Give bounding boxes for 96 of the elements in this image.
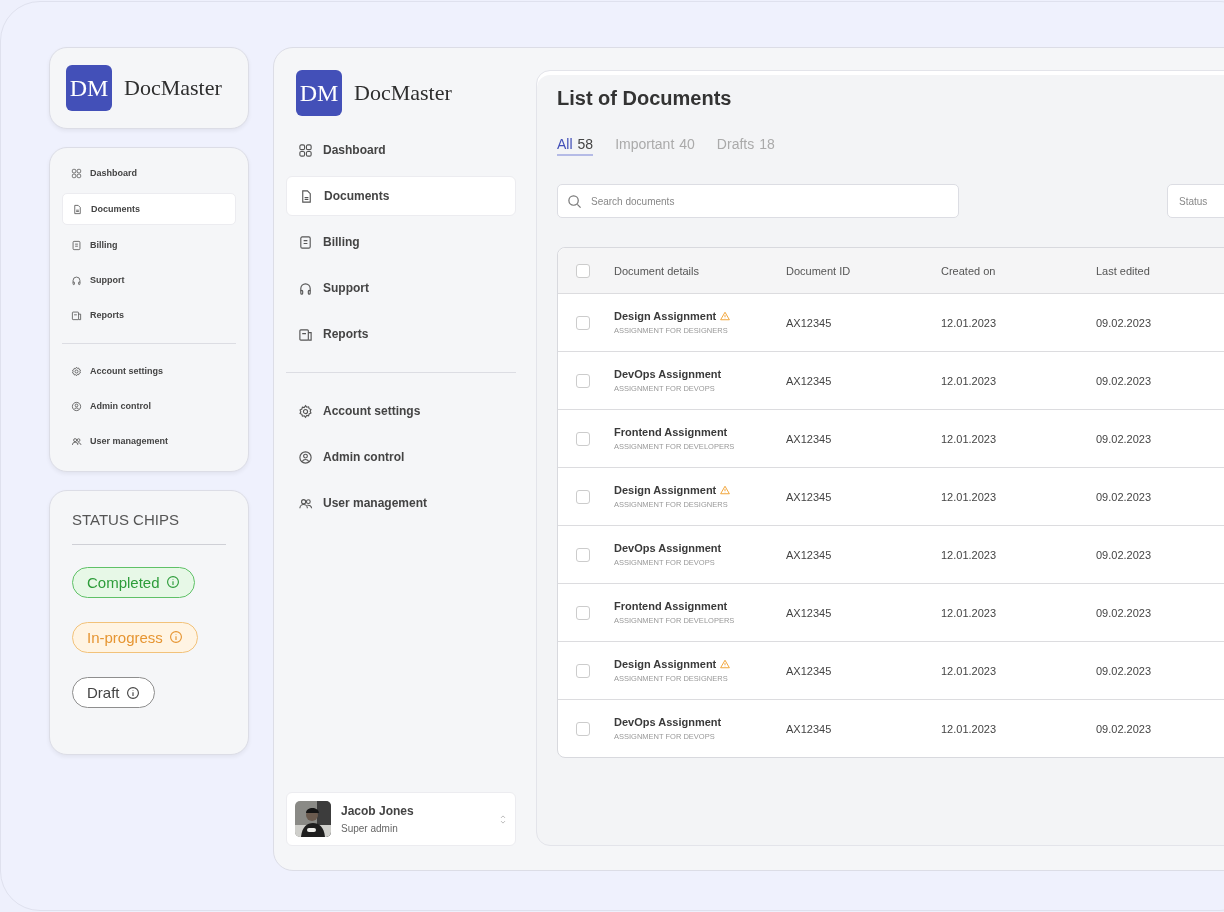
report-icon xyxy=(298,326,313,342)
document-title: DevOps Assignment xyxy=(614,716,722,728)
nav-item[interactable]: Support xyxy=(286,268,516,308)
checkbox[interactable] xyxy=(576,431,590,446)
logo-name: DocMaster xyxy=(354,80,452,106)
nav-item[interactable]: Account settings xyxy=(286,391,516,431)
report-icon xyxy=(71,309,82,321)
tab[interactable]: All 58 xyxy=(557,136,594,156)
receipt-icon xyxy=(71,239,82,251)
document-title: Frontend Assignment xyxy=(614,426,728,438)
table-cell-text: 12.01.2023 xyxy=(941,664,998,677)
user-switcher[interactable]: Jacob Jones Super admin xyxy=(286,792,516,846)
checkbox[interactable] xyxy=(576,373,590,388)
document-title: Design Assignment xyxy=(614,658,717,670)
nav-item[interactable]: Documents xyxy=(286,176,516,216)
nav-item[interactable]: Admin control xyxy=(62,391,236,421)
logo-mark: DM xyxy=(296,70,342,116)
info-icon xyxy=(165,575,180,590)
nav-item[interactable]: Account settings xyxy=(62,356,236,386)
user-name: Jacob Jones xyxy=(341,804,415,818)
user-icon xyxy=(298,449,313,465)
checkbox[interactable] xyxy=(576,489,590,504)
column-header: Last edited xyxy=(1096,264,1151,277)
table-cell-text: 09.02.2023 xyxy=(1096,432,1153,445)
grid-icon xyxy=(298,142,313,158)
table-cell-text: 12.01.2023 xyxy=(941,432,998,445)
grid-icon xyxy=(71,167,82,179)
headphones-icon xyxy=(298,280,313,296)
users-icon xyxy=(71,435,82,447)
nav-item[interactable]: Billing xyxy=(62,230,236,260)
checkbox[interactable] xyxy=(576,547,590,562)
table-cell-text: AX12345 xyxy=(786,722,833,735)
column-header: Created on xyxy=(941,264,997,277)
table-cell-text: AX12345 xyxy=(786,548,833,561)
table-cell-text: 09.02.2023 xyxy=(1096,664,1153,677)
nav-item[interactable]: Billing xyxy=(286,222,516,262)
user-icon xyxy=(71,400,82,412)
receipt-icon xyxy=(298,234,313,250)
nav-item[interactable]: Admin control xyxy=(286,437,516,477)
nav-item[interactable]: User management xyxy=(62,426,236,456)
nav-item[interactable]: Dashboard xyxy=(286,130,516,170)
table-cell-text: AX12345 xyxy=(786,316,833,329)
nav-item[interactable]: Documents xyxy=(62,193,236,225)
info-icon xyxy=(168,630,183,645)
nav-item[interactable]: Reports xyxy=(286,314,516,354)
nav-item[interactable]: Support xyxy=(62,265,236,295)
table-cell-text: AX12345 xyxy=(786,490,833,503)
table-cell-text: 09.02.2023 xyxy=(1096,548,1153,561)
status-chip: Completed xyxy=(72,566,195,598)
checkbox[interactable] xyxy=(576,263,590,278)
page-title: List of Documents xyxy=(557,87,733,110)
table-cell-text: 12.01.2023 xyxy=(941,490,998,503)
table-cell-text: 09.02.2023 xyxy=(1096,722,1153,735)
status-dropdown[interactable]: Status xyxy=(1167,184,1224,218)
nav-item[interactable]: User management xyxy=(286,483,516,523)
table-cell-text: 09.02.2023 xyxy=(1096,374,1153,387)
table-cell-text: 09.02.2023 xyxy=(1096,606,1153,619)
table-cell-text: 09.02.2023 xyxy=(1096,316,1153,329)
status-chip: In-progress xyxy=(72,622,198,653)
document-icon xyxy=(299,188,314,204)
checkbox[interactable] xyxy=(576,605,590,620)
checkbox[interactable] xyxy=(576,721,590,736)
headphones-icon xyxy=(71,274,82,286)
nav-item[interactable]: Dashboard xyxy=(62,158,236,188)
table-cell-text: 09.02.2023 xyxy=(1096,490,1153,503)
settings-icon xyxy=(71,365,82,377)
table-cell-text: AX12345 xyxy=(786,606,833,619)
document-title: Design Assignment xyxy=(614,484,717,496)
user-role: Super admin xyxy=(341,823,399,834)
chevron-icon xyxy=(499,812,507,826)
column-header: Document ID xyxy=(786,264,852,277)
table-cell-text: 12.01.2023 xyxy=(941,374,998,387)
status-chip: Draft xyxy=(72,677,155,708)
table-cell-text: AX12345 xyxy=(786,432,833,445)
table-cell-text: 12.01.2023 xyxy=(941,722,998,735)
column-header: Document details xyxy=(614,264,700,277)
document-title: Design Assignment xyxy=(614,310,717,322)
nav-item[interactable]: Reports xyxy=(62,300,236,330)
document-icon xyxy=(72,203,83,215)
settings-icon xyxy=(298,403,313,419)
document-title: Frontend Assignment xyxy=(614,600,728,612)
checkbox[interactable] xyxy=(576,663,590,678)
table-cell-text: AX12345 xyxy=(786,374,833,387)
checkbox[interactable] xyxy=(576,315,590,330)
table-cell-text: 12.01.2023 xyxy=(941,548,998,561)
search-field[interactable]: Search documents xyxy=(557,184,959,218)
logo-mark: DM xyxy=(66,65,112,111)
info-icon xyxy=(125,685,140,700)
table-cell-text: 12.01.2023 xyxy=(941,606,998,619)
document-title: DevOps Assignment xyxy=(614,368,722,380)
table-cell-text: AX12345 xyxy=(786,664,833,677)
document-title: DevOps Assignment xyxy=(614,542,722,554)
section-title: STATUS CHIPS xyxy=(72,511,179,528)
search-icon xyxy=(567,193,582,209)
table-cell-text: 12.01.2023 xyxy=(941,316,998,329)
logo-name: DocMaster xyxy=(124,75,222,101)
